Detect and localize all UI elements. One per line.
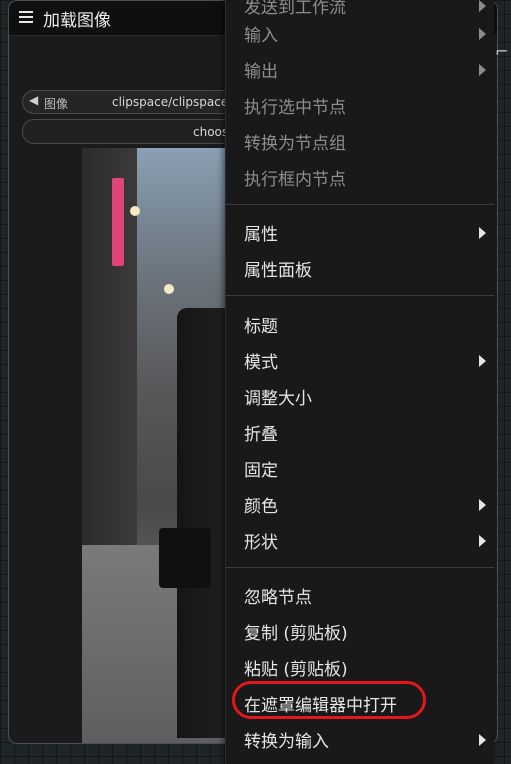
submenu-arrow-icon <box>479 64 486 76</box>
output-link-fragment: ⌐ <box>495 42 509 61</box>
menu-item-label: 转换为节点组 <box>244 134 346 154</box>
submenu-arrow-icon <box>479 499 486 511</box>
menu-item-execute-in-frame[interactable]: 执行框内节点 <box>226 159 494 195</box>
menu-item-label: 折叠 <box>244 425 278 445</box>
submenu-arrow-icon <box>479 28 486 40</box>
preview-building <box>82 148 137 568</box>
menu-item-label: 模式 <box>244 353 278 373</box>
menu-item-label: 转换为输入 <box>244 732 329 752</box>
menu-item-label: 颜色 <box>244 497 278 517</box>
menu-item-bypass[interactable]: 忽略节点 <box>226 577 494 613</box>
menu-item-inputs[interactable]: 输入 <box>226 15 494 51</box>
menu-item-label: 调整大小 <box>244 389 312 409</box>
preview-neon-sign <box>112 178 124 266</box>
menu-item-label: 固定 <box>244 461 278 481</box>
context-menu[interactable]: 发送到工作流 输入 输出 执行选中节点 转换为节点组 执行框内节点 属性 属性面… <box>225 0 494 764</box>
menu-item-properties[interactable]: 属性 <box>226 214 494 250</box>
preview-street-lamp <box>164 284 174 294</box>
menu-item-pin[interactable]: 固定 <box>226 450 494 486</box>
preview-street-lamp <box>130 206 140 216</box>
submenu-arrow-icon <box>479 535 486 547</box>
menu-item-copy-clipboard[interactable]: 复制 (剪贴板) <box>226 613 494 649</box>
menu-item-execute-selected[interactable]: 执行选中节点 <box>226 87 494 123</box>
menu-item-title[interactable]: 标题 <box>226 306 494 342</box>
menu-item-convert-to-input[interactable]: 转换为输入 <box>226 721 494 757</box>
menu-item-label: 执行框内节点 <box>244 170 346 190</box>
menu-item-colors[interactable]: 颜色 <box>226 486 494 522</box>
menu-item-mode[interactable]: 模式 <box>226 342 494 378</box>
menu-item-label: 执行选中节点 <box>244 98 346 118</box>
menu-item-convert-to-group[interactable]: 转换为节点组 <box>226 123 494 159</box>
menu-item-label: 形状 <box>244 533 278 553</box>
menu-item-label: 在遮罩编辑器中打开 <box>244 696 397 716</box>
left-arrow-icon[interactable]: ◀ <box>29 93 38 107</box>
choose-file-button[interactable]: choos <box>22 119 252 144</box>
image-combo-widget[interactable]: ◀ 图像 clipspace/clipspace <box>22 90 252 114</box>
menu-item-label: 属性 <box>244 225 278 245</box>
menu-item-collapse[interactable]: 折叠 <box>226 414 494 450</box>
menu-item-label: 输出 <box>244 62 278 82</box>
menu-item-label: 属性面板 <box>244 261 312 281</box>
menu-item-label: 标题 <box>244 317 278 337</box>
menu-separator <box>226 295 494 296</box>
image-widget-value: clipspace/clipspace <box>112 95 229 109</box>
menu-item-open-mask-editor[interactable]: 在遮罩编辑器中打开 <box>226 685 494 721</box>
submenu-arrow-icon <box>479 0 486 12</box>
menu-item-label: 复制 (剪贴板) <box>244 624 348 644</box>
submenu-arrow-icon <box>479 734 486 746</box>
submenu-arrow-icon <box>479 227 486 239</box>
choose-file-label: choos <box>193 125 229 139</box>
node-title: 加载图像 <box>43 11 111 31</box>
menu-separator <box>226 567 494 568</box>
menu-icon[interactable] <box>19 9 33 23</box>
menu-item-label: 忽略节点 <box>244 588 312 608</box>
menu-item-shapes[interactable]: 形状 <box>226 522 494 558</box>
menu-item-label: 粘贴 (剪贴板) <box>244 660 348 680</box>
image-preview <box>82 148 242 743</box>
menu-item-paste-clipboard[interactable]: 粘贴 (剪贴板) <box>226 649 494 685</box>
menu-item-resize[interactable]: 调整大小 <box>226 378 494 414</box>
menu-item-outputs[interactable]: 输出 <box>226 51 494 87</box>
submenu-arrow-icon <box>479 355 486 367</box>
menu-item-properties-panel[interactable]: 属性面板 <box>226 250 494 286</box>
menu-item-label: 输入 <box>244 26 278 46</box>
preview-handbag <box>159 528 211 588</box>
menu-separator <box>226 204 494 205</box>
image-widget-label: 图像 <box>44 97 69 111</box>
